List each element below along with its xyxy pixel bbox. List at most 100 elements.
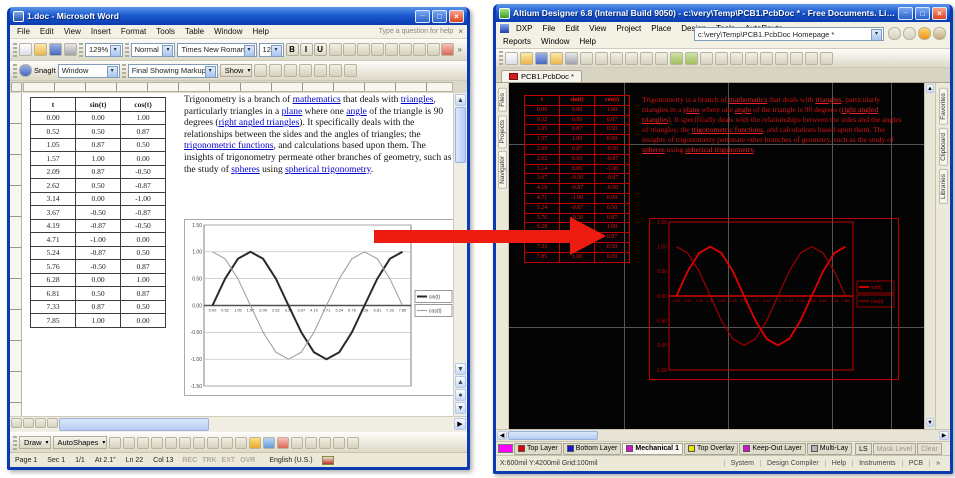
altium-titlebar[interactable]: Altium Designer 6.8 (Internal Build 9050… (496, 4, 950, 22)
align-left-icon[interactable] (329, 43, 342, 56)
clip-art-icon[interactable] (221, 437, 233, 449)
insert-comment-icon[interactable] (314, 64, 327, 77)
maximize-button[interactable] (915, 7, 930, 20)
link-mathematics[interactable]: mathematics (729, 95, 767, 104)
print-preview-icon[interactable] (580, 52, 593, 65)
track-changes-icon[interactable] (329, 64, 342, 77)
layer-button-mask-level[interactable]: Mask Level (873, 443, 916, 455)
place-string-icon[interactable] (760, 52, 773, 65)
link-trigonometric-functions[interactable]: trigonometric functions (692, 125, 764, 134)
next-change-icon[interactable] (269, 64, 282, 77)
autoroute-icon[interactable] (805, 52, 818, 65)
layer-tab-multi-lay[interactable]: Multi-Lay (807, 443, 852, 455)
scroll-thumb[interactable] (455, 107, 466, 163)
link-mathematics[interactable]: mathematics (293, 95, 341, 105)
previous-change-icon[interactable] (254, 64, 267, 77)
altium-horizontal-scrollbar[interactable]: ◀ ▶ (496, 429, 950, 441)
print-icon[interactable] (64, 43, 77, 56)
menu-help[interactable]: Help (248, 25, 274, 38)
snagit-icon[interactable] (19, 64, 32, 77)
menu-place[interactable]: Place (646, 22, 676, 35)
horizontal-scroll-thumb[interactable] (59, 418, 209, 431)
autoshapes-menu-button[interactable]: AutoShapes (53, 436, 108, 449)
toolbar-grip[interactable] (13, 64, 17, 78)
layer-button-ls[interactable]: LS (855, 443, 872, 455)
link-trigonometric-functions[interactable]: trigonometric functions (184, 141, 273, 151)
scroll-up-icon[interactable]: ▲ (926, 84, 934, 93)
font-size-combo[interactable]: 12 (259, 43, 284, 57)
dash-style-icon[interactable] (305, 437, 317, 449)
accept-change-icon[interactable] (284, 64, 297, 77)
3d-icon[interactable] (347, 437, 359, 449)
normal-view-icon[interactable] (11, 418, 22, 428)
scroll-track[interactable] (926, 94, 934, 418)
web-layout-view-icon[interactable] (23, 418, 34, 428)
menu-edit[interactable]: Edit (35, 25, 59, 38)
link-spherical-trigonometry[interactable]: spherical trigonometry (685, 145, 753, 154)
wordart-icon[interactable] (193, 437, 205, 449)
menu-format[interactable]: Format (116, 25, 151, 38)
home-icon[interactable] (918, 27, 931, 40)
justify-icon[interactable] (371, 43, 384, 56)
panel-button-design-compiler[interactable]: Design Compiler (760, 460, 825, 467)
toolbar-grip[interactable] (79, 43, 83, 57)
altium-vertical-scrollbar[interactable]: ▲ ▼ (924, 83, 935, 429)
cut-icon[interactable] (625, 52, 638, 65)
horizontal-ruler[interactable] (23, 82, 453, 92)
shadow-icon[interactable] (333, 437, 345, 449)
save-icon[interactable] (49, 43, 62, 56)
font-color-icon[interactable] (277, 437, 289, 449)
scroll-down-icon[interactable]: ▼ (455, 363, 466, 375)
text-box-icon[interactable] (179, 437, 191, 449)
show-menu-button[interactable]: Show (220, 64, 253, 77)
format-button-b[interactable]: B (286, 43, 299, 56)
tab-selector[interactable] (11, 82, 22, 92)
line-color-icon[interactable] (263, 437, 275, 449)
next-page-icon[interactable]: ▼ (455, 402, 466, 414)
scroll-up-icon[interactable]: ▲ (455, 94, 466, 106)
place-dimension-icon[interactable] (790, 52, 803, 65)
markup-view-combo[interactable]: Final Showing Markup (128, 64, 218, 78)
zoom-fit-icon[interactable] (610, 52, 623, 65)
maximize-button[interactable] (432, 10, 447, 23)
redo-icon[interactable] (685, 52, 698, 65)
format-button-u[interactable]: U (314, 43, 327, 56)
borders-icon[interactable] (413, 43, 426, 56)
menubar-close-icon[interactable]: × (456, 27, 465, 36)
panel-button-instruments[interactable]: Instruments (852, 460, 902, 467)
place-component-icon[interactable] (700, 52, 713, 65)
place-line-icon[interactable] (745, 52, 758, 65)
line-style-icon[interactable] (291, 437, 303, 449)
menu-window[interactable]: Window (209, 25, 247, 38)
numbering-icon[interactable] (385, 43, 398, 56)
print-layout-view-icon[interactable] (35, 418, 46, 428)
layer-tab-top-layer[interactable]: Top Layer (514, 443, 562, 455)
link-right-angled-triangles[interactable]: right angled triangles (219, 118, 300, 128)
current-layer-swatch[interactable] (498, 444, 513, 453)
arrow-style-icon[interactable] (319, 437, 331, 449)
previous-page-icon[interactable]: ▲ (455, 376, 466, 388)
reviewing-pane-icon[interactable] (344, 64, 357, 77)
highlight-icon[interactable] (427, 43, 440, 56)
menu-view[interactable]: View (59, 25, 86, 38)
mode-ovr[interactable]: OVR (240, 457, 255, 464)
panel-button-pcb[interactable]: PCB (902, 460, 929, 467)
outline-view-icon[interactable] (47, 418, 58, 428)
document-address-combo[interactable]: c:\very\Temp\PCB1.PcbDoc Homepage * (694, 27, 884, 41)
panel-tab-libraries[interactable]: Libraries (939, 169, 948, 204)
menu-edit[interactable]: Edit (560, 22, 584, 35)
scroll-left-icon[interactable]: ◀ (497, 431, 507, 440)
menu-table[interactable]: Table (180, 25, 209, 38)
filter-icon[interactable] (820, 52, 833, 65)
select-browse-object-icon[interactable]: ● (455, 389, 466, 401)
panel-tab-navigator[interactable]: Navigator (498, 151, 507, 189)
menu-window[interactable]: Window (536, 35, 574, 48)
panel-button-help[interactable]: Help (825, 460, 852, 467)
panel-tab-clipboard[interactable]: Clipboard (939, 128, 948, 166)
save-icon[interactable] (535, 52, 548, 65)
spelling-status-icon[interactable] (322, 456, 334, 465)
toolbar-grip[interactable] (125, 43, 129, 57)
line-icon[interactable] (123, 437, 135, 449)
minimize-button[interactable] (415, 10, 430, 23)
menu-tools[interactable]: Tools (151, 25, 180, 38)
